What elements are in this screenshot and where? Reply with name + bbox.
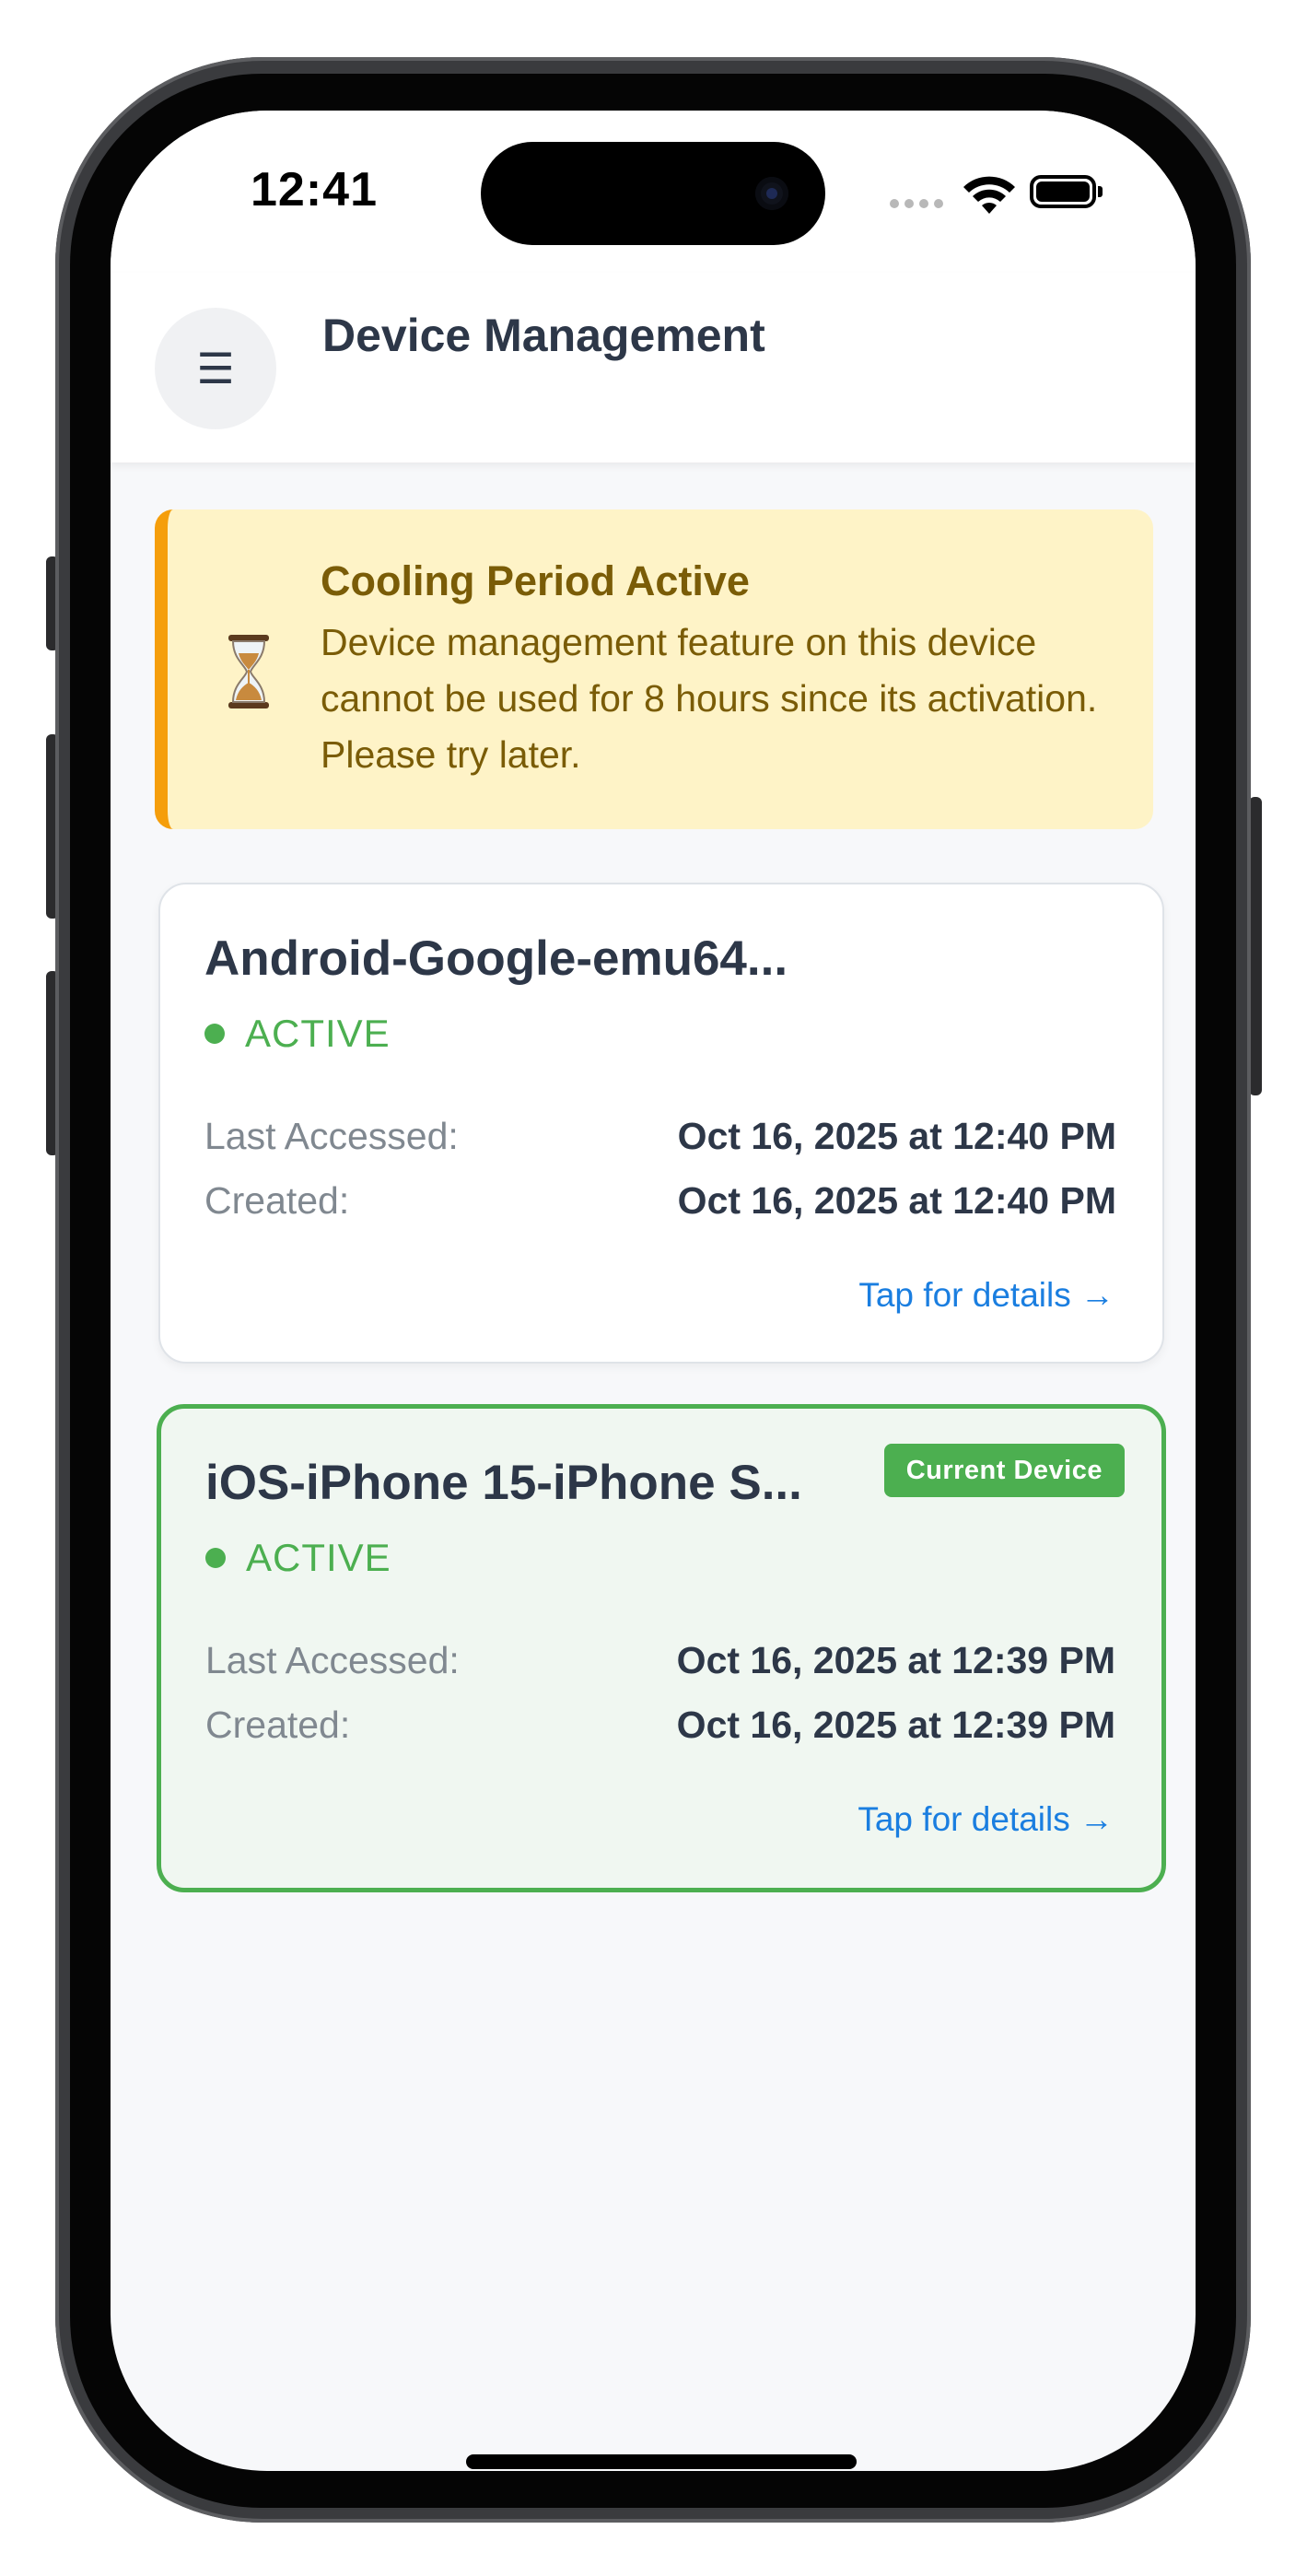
hourglass-icon [228, 635, 269, 708]
cellular-signal-icon [890, 199, 943, 208]
last-accessed-label: Last Accessed: [204, 1115, 459, 1157]
created-label: Created: [205, 1704, 351, 1746]
created-label: Created: [204, 1179, 350, 1222]
alert-title: Cooling Period Active [321, 557, 750, 604]
status-text: ACTIVE [245, 1012, 391, 1055]
status-bar: 12:41 [111, 111, 1196, 273]
app-header: ☰ Device Management [111, 273, 1196, 463]
device-name: Android-Google-emu64... [204, 931, 788, 986]
device-card[interactable]: Android-Google-emu64... ACTIVE Last Acce… [158, 883, 1164, 1364]
hamburger-menu-icon: ☰ [196, 345, 235, 392]
device-status: ACTIVE [205, 1536, 391, 1580]
cooling-period-alert: Cooling Period Active Device management … [155, 509, 1153, 829]
created-row: Created: Oct 16, 2025 at 12:40 PM [204, 1179, 1116, 1223]
home-indicator[interactable] [466, 2454, 857, 2469]
tap-for-details-link[interactable]: Tap for details → [858, 1276, 1114, 1315]
last-accessed-value: Oct 16, 2025 at 12:39 PM [676, 1639, 1115, 1681]
created-row: Created: Oct 16, 2025 at 12:39 PM [205, 1704, 1115, 1747]
created-value: Oct 16, 2025 at 12:39 PM [676, 1704, 1115, 1746]
battery-icon [1030, 175, 1103, 208]
device-status: ACTIVE [204, 1012, 391, 1056]
last-accessed-row: Last Accessed: Oct 16, 2025 at 12:40 PM [204, 1115, 1116, 1158]
phone-screen: 12:41 ☰ Device Management Cooling Period… [111, 111, 1196, 2471]
status-dot-icon [205, 1548, 226, 1568]
dynamic-island [481, 142, 825, 245]
page-title: Device Management [322, 310, 765, 361]
device-name: iOS-iPhone 15-iPhone S... [205, 1456, 802, 1510]
status-dot-icon [204, 1024, 225, 1044]
wifi-icon [963, 176, 1015, 214]
current-device-badge: Current Device [883, 1444, 1125, 1497]
last-accessed-value: Oct 16, 2025 at 12:40 PM [677, 1115, 1116, 1157]
last-accessed-label: Last Accessed: [205, 1639, 460, 1681]
alert-message: Device management feature on this device… [321, 621, 1098, 776]
created-value: Oct 16, 2025 at 12:40 PM [677, 1179, 1116, 1222]
menu-button[interactable]: ☰ [155, 308, 276, 429]
current-device-card[interactable]: iOS-iPhone 15-iPhone S... Current Device… [157, 1404, 1166, 1892]
power-button [1249, 797, 1262, 1095]
status-time: 12:41 [251, 163, 378, 217]
front-camera-icon [755, 177, 788, 210]
status-text: ACTIVE [246, 1536, 391, 1579]
last-accessed-row: Last Accessed: Oct 16, 2025 at 12:39 PM [205, 1639, 1115, 1682]
tap-for-details-link[interactable]: Tap for details → [858, 1800, 1114, 1839]
